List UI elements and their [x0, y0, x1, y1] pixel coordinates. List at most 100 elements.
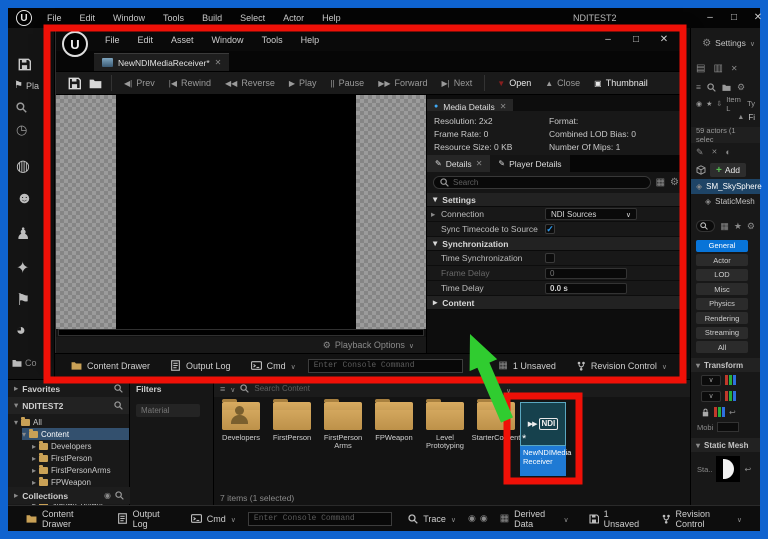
sync-timecode-checkbox[interactable]: ✓	[545, 224, 555, 234]
mp-menu-help[interactable]: Help	[301, 35, 320, 45]
cmd-button[interactable]: Cmd	[243, 357, 304, 375]
flag-icon[interactable]: ⚑	[16, 290, 30, 310]
browse-icon[interactable]	[89, 77, 102, 90]
maximize-button[interactable]: □	[722, 12, 746, 23]
platforms-button[interactable]: ⚑ Pla	[14, 80, 39, 91]
category-misc[interactable]: Misc	[696, 283, 748, 295]
tree-item-content[interactable]: Content	[22, 428, 129, 440]
menu-select[interactable]: Select	[240, 13, 265, 23]
outliner-row-fi[interactable]: ▲ Fi	[691, 111, 760, 124]
revision-control-button[interactable]: Revision Control	[568, 357, 675, 375]
new-folder-icon[interactable]	[722, 83, 731, 92]
forward-button[interactable]: ▶▶Forward	[378, 78, 427, 88]
visibility-icon[interactable]	[696, 100, 702, 108]
mp-maximize-button[interactable]: □	[624, 34, 648, 45]
property-connection[interactable]: Connection NDI Sources	[427, 207, 685, 222]
pin-icon[interactable]	[716, 100, 722, 108]
rewind-button[interactable]: |◀Rewind	[169, 78, 211, 88]
category-streaming[interactable]: Streaming	[696, 327, 748, 339]
tab-close-icon[interactable]: ✕	[476, 159, 483, 168]
xyz-values[interactable]	[725, 375, 736, 385]
menu-actor[interactable]: Actor	[283, 13, 304, 23]
world-tab-icon[interactable]: ◐	[725, 147, 730, 157]
save-icon[interactable]	[18, 58, 31, 71]
tab-player-details[interactable]: ✎ Player Details	[490, 155, 569, 172]
mobility-row[interactable]: Mobi	[691, 420, 760, 434]
transform-location-row[interactable]	[691, 372, 760, 388]
content-drawer-button[interactable]: Content Drawer	[63, 357, 158, 375]
media-viewport[interactable]	[56, 95, 426, 329]
thumbnail-button[interactable]: Thumbnail	[594, 78, 648, 88]
reset-icon[interactable]: ↩	[729, 408, 736, 417]
gear-icon[interactable]	[670, 177, 679, 188]
tab-close-icon[interactable]: ✕	[500, 102, 507, 111]
pawn-icon[interactable]: ♟	[16, 224, 30, 244]
gear-icon[interactable]	[737, 82, 745, 93]
transform-rotation-row[interactable]	[691, 388, 760, 404]
time-sync-checkbox[interactable]	[545, 253, 555, 263]
save-icon[interactable]	[68, 77, 81, 90]
xyz-values[interactable]	[714, 407, 725, 417]
search-icon[interactable]	[114, 384, 123, 393]
search-content-placeholder[interactable]: Search Content	[254, 384, 310, 393]
content-drawer-button[interactable]: Content Drawer	[18, 510, 105, 528]
section-settings[interactable]: Settings	[427, 193, 685, 207]
tree-item-developers[interactable]: Developers	[32, 440, 129, 452]
playback-options-button[interactable]: Playback Options	[323, 340, 414, 351]
pause-button[interactable]: ||Pause	[331, 78, 365, 88]
reset-icon[interactable]: ↩	[744, 465, 751, 474]
unsaved-button[interactable]: 1 Unsaved	[490, 357, 563, 375]
search-icon[interactable]	[114, 401, 123, 410]
favorites-header[interactable]: Favorites	[8, 380, 129, 397]
target-icon[interactable]	[104, 491, 111, 500]
console-command-input[interactable]	[308, 359, 463, 373]
favorite-icon[interactable]	[706, 100, 712, 108]
revision-control-button[interactable]: Revision Control	[653, 510, 750, 528]
close-media-button[interactable]: Close	[545, 78, 580, 88]
lock-icon[interactable]	[701, 408, 710, 417]
time-delay-input[interactable]: 0.0 s	[545, 283, 627, 294]
axis-dropdown[interactable]	[701, 391, 721, 402]
derived-data-button[interactable]: Derived Data	[492, 510, 577, 528]
volume-icon[interactable]: ◕	[16, 322, 26, 340]
cmd-button[interactable]: Cmd	[183, 510, 244, 528]
menu-edit[interactable]: Edit	[80, 13, 96, 23]
category-actor[interactable]: Actor	[696, 254, 748, 266]
property-time-synchronization[interactable]: Time Synchronization	[427, 251, 685, 266]
mp-menu-file[interactable]: File	[105, 35, 120, 45]
section-synchronization[interactable]: Synchronization	[427, 237, 685, 251]
tab-close-icon[interactable]: ✕	[215, 58, 222, 67]
output-log-button[interactable]: Output Log	[162, 357, 239, 375]
recent-icon[interactable]	[16, 122, 27, 138]
tab-close-icon[interactable]: ✕	[731, 64, 738, 73]
menu-help[interactable]: Help	[322, 13, 341, 23]
property-sync-timecode[interactable]: Sync Timecode to Source ✓	[427, 222, 685, 237]
category-all[interactable]: All	[696, 341, 748, 353]
camera-icon[interactable]	[468, 513, 476, 524]
static-mesh-row[interactable]: Sta.. ↩	[691, 452, 760, 486]
add-button[interactable]: + Add	[710, 163, 746, 177]
asset-newndimediareceiver[interactable]: ▶▶ NDI * NewNDIMedia Receiver	[520, 402, 566, 476]
content-drawer-strip-button[interactable]: Co	[12, 358, 37, 368]
unsaved-button[interactable]: 1 Unsaved	[581, 510, 649, 528]
tree-item-firstpersonarms[interactable]: FirstPersonArms	[32, 464, 129, 476]
next-button[interactable]: ▶|Next	[442, 78, 473, 88]
project-header[interactable]: NDITEST2	[8, 397, 129, 414]
folder-level-prototyping[interactable]: Level Prototyping	[420, 402, 470, 450]
display-options-icon[interactable]	[720, 221, 729, 232]
collections-header[interactable]: Collections	[8, 487, 130, 504]
menu-build[interactable]: Build	[202, 13, 222, 23]
transform-scale-row[interactable]: ↩	[691, 404, 760, 420]
outliner-tab-icon[interactable]: ▥	[713, 63, 722, 74]
chevron-down-icon[interactable]	[506, 385, 511, 395]
category-physics[interactable]: Physics	[696, 298, 748, 310]
snapshot-icon[interactable]	[480, 513, 488, 524]
search-icon[interactable]	[707, 83, 716, 92]
shapes-icon[interactable]: ◍	[16, 156, 30, 176]
playback-scrubber[interactable]	[58, 329, 424, 336]
search-toggle[interactable]	[696, 220, 715, 232]
axis-dropdown[interactable]	[701, 375, 721, 386]
tree-item-all[interactable]: All	[14, 416, 129, 428]
search-icon[interactable]	[16, 102, 27, 113]
settings-button[interactable]: Settings	[691, 28, 760, 58]
